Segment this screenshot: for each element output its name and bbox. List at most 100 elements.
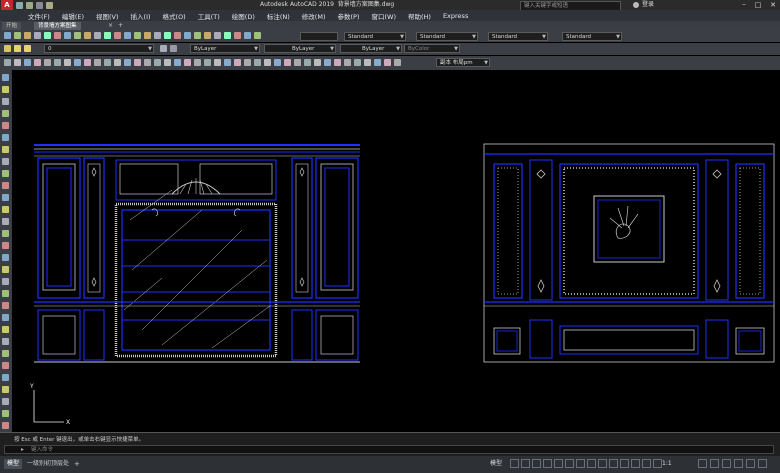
menu-file[interactable]: 文件(F) xyxy=(22,11,56,21)
status-toggle-icon[interactable] xyxy=(722,459,731,468)
layer-properties-icon[interactable] xyxy=(4,45,11,52)
draw-tool-icon[interactable] xyxy=(2,86,9,93)
dimension-tool-icon[interactable] xyxy=(244,59,251,66)
menu-insert[interactable]: 插入(I) xyxy=(125,11,157,21)
standard-tool-icon[interactable] xyxy=(34,32,41,39)
standard-tool-icon[interactable] xyxy=(64,32,71,39)
dimension-tool-icon[interactable] xyxy=(274,59,281,66)
standard-tool-icon[interactable] xyxy=(164,32,171,39)
dimension-tool-icon[interactable] xyxy=(154,59,161,66)
dimension-tool-icon[interactable] xyxy=(64,59,71,66)
status-toggle-icon[interactable] xyxy=(587,459,596,468)
dimension-tool-icon[interactable] xyxy=(204,59,211,66)
dimension-tool-icon[interactable] xyxy=(384,59,391,66)
draw-tool-icon[interactable] xyxy=(2,410,9,417)
layer-dropdown[interactable]: 0 ▼ xyxy=(44,44,154,53)
minimize-button[interactable]: – xyxy=(738,0,750,10)
tab-model[interactable]: 模型 xyxy=(4,459,23,469)
draw-tool-icon[interactable] xyxy=(2,194,9,201)
dimension-tool-icon[interactable] xyxy=(144,59,151,66)
draw-tool-icon[interactable] xyxy=(2,110,9,117)
standard-tool-icon[interactable] xyxy=(254,32,261,39)
dimension-tool-icon[interactable] xyxy=(14,59,21,66)
new-tab-icon[interactable]: + xyxy=(118,22,123,29)
text-style-icon[interactable] xyxy=(300,32,338,41)
menu-edit[interactable]: 编辑(E) xyxy=(56,11,90,21)
dim-style-dropdown[interactable]: Standard ▼ xyxy=(416,32,478,41)
dimension-tool-icon[interactable] xyxy=(174,59,181,66)
dimension-tool-icon[interactable] xyxy=(184,59,191,66)
dimension-tool-icon[interactable] xyxy=(224,59,231,66)
draw-tool-icon[interactable] xyxy=(2,266,9,273)
standard-tool-icon[interactable] xyxy=(214,32,221,39)
standard-tool-icon[interactable] xyxy=(14,32,21,39)
dimension-tool-icon[interactable] xyxy=(74,59,81,66)
dimension-tool-icon[interactable] xyxy=(84,59,91,66)
status-toggle-icon[interactable] xyxy=(576,459,585,468)
draw-tool-icon[interactable] xyxy=(2,122,9,129)
standard-tool-icon[interactable] xyxy=(144,32,151,39)
dimension-tool-icon[interactable] xyxy=(124,59,131,66)
draw-tool-icon[interactable] xyxy=(2,398,9,405)
dimension-tool-icon[interactable] xyxy=(334,59,341,66)
dimension-tool-icon[interactable] xyxy=(284,59,291,66)
status-toggle-icon[interactable] xyxy=(510,459,519,468)
close-button[interactable]: ✕ xyxy=(766,0,780,10)
add-layout-icon[interactable]: + xyxy=(74,459,80,469)
standard-tool-icon[interactable] xyxy=(4,32,11,39)
draw-tool-icon[interactable] xyxy=(2,218,9,225)
status-toggle-icon[interactable] xyxy=(710,459,719,468)
draw-tool-icon[interactable] xyxy=(2,134,9,141)
dimension-tool-icon[interactable] xyxy=(164,59,171,66)
model-space-label[interactable]: 模型 xyxy=(490,459,502,469)
draw-tool-icon[interactable] xyxy=(2,230,9,237)
draw-tool-icon[interactable] xyxy=(2,146,9,153)
annotation-scale[interactable]: 1:1 xyxy=(662,459,672,469)
status-toggle-icon[interactable] xyxy=(543,459,552,468)
dimension-tool-icon[interactable] xyxy=(374,59,381,66)
dimension-tool-icon[interactable] xyxy=(324,59,331,66)
draw-tool-icon[interactable] xyxy=(2,278,9,285)
menu-format[interactable]: 格式(O) xyxy=(157,11,192,21)
draw-tool-icon[interactable] xyxy=(2,338,9,345)
draw-tool-icon[interactable] xyxy=(2,362,9,369)
table-style-dropdown[interactable]: Standard ▼ xyxy=(488,32,548,41)
user-icon[interactable] xyxy=(633,2,639,8)
status-toggle-icon[interactable] xyxy=(746,459,755,468)
dimension-tool-icon[interactable] xyxy=(94,59,101,66)
status-toggle-icon[interactable] xyxy=(698,459,707,468)
dimension-tool-icon[interactable] xyxy=(44,59,51,66)
draw-tool-icon[interactable] xyxy=(2,386,9,393)
dimension-tool-icon[interactable] xyxy=(54,59,61,66)
draw-tool-icon[interactable] xyxy=(2,254,9,261)
status-toggle-icon[interactable] xyxy=(609,459,618,468)
dimension-tool-icon[interactable] xyxy=(194,59,201,66)
standard-tool-icon[interactable] xyxy=(194,32,201,39)
maximize-button[interactable]: □ xyxy=(752,0,764,10)
menu-tools[interactable]: 工具(T) xyxy=(192,11,226,21)
menu-parametric[interactable]: 参数(P) xyxy=(331,11,365,21)
drawing-canvas[interactable]: Y X xyxy=(12,70,780,432)
dimension-tool-icon[interactable] xyxy=(4,59,11,66)
draw-tool-icon[interactable] xyxy=(2,302,9,309)
draw-tool-icon[interactable] xyxy=(2,170,9,177)
standard-tool-icon[interactable] xyxy=(234,32,241,39)
menu-draw[interactable]: 绘图(D) xyxy=(226,11,261,21)
tab-layout[interactable]: 一级别初顶层处 xyxy=(24,459,72,469)
status-toggle-icon[interactable] xyxy=(598,459,607,468)
standard-tool-icon[interactable] xyxy=(154,32,161,39)
layout-dropdown[interactable]: 副本 布局pm ▼ xyxy=(436,58,490,67)
status-toggle-icon[interactable] xyxy=(642,459,651,468)
menu-express[interactable]: Express xyxy=(437,12,474,20)
standard-tool-icon[interactable] xyxy=(134,32,141,39)
dimension-tool-icon[interactable] xyxy=(234,59,241,66)
dimension-tool-icon[interactable] xyxy=(304,59,311,66)
dimension-tool-icon[interactable] xyxy=(24,59,31,66)
menu-view[interactable]: 视图(V) xyxy=(90,11,125,21)
lineweight-dropdown[interactable]: ByLayer ▼ xyxy=(340,44,402,53)
command-input[interactable]: ▸ 键入命令 xyxy=(4,445,774,454)
standard-tool-icon[interactable] xyxy=(74,32,81,39)
menu-help[interactable]: 帮助(H) xyxy=(402,11,437,21)
standard-tool-icon[interactable] xyxy=(24,32,31,39)
dimension-tool-icon[interactable] xyxy=(114,59,121,66)
